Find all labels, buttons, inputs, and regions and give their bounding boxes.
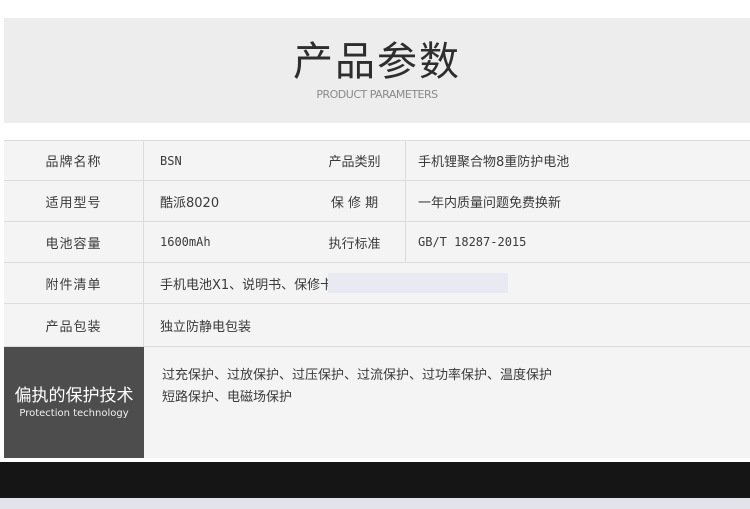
protection-line-2: 短路保护、电磁场保护 [162,390,293,405]
protection-label-block: 偏执的保护技术 Protection technology [4,347,144,458]
row-label: 适用型号 [4,181,144,221]
row-value: 1600mAh [160,235,211,249]
page-subtitle: PRODUCT PARAMETERS [316,88,438,101]
table-row-capacity: 电池容量 1600mAh 执行标准 GB/T 18287-2015 [4,221,750,262]
top-strip [0,0,750,18]
table-row-packaging: 产品包装 独立防静电包装 [4,303,750,346]
row-label: 品牌名称 [4,141,144,180]
row-value: 酷派8020 [160,195,220,211]
page-title: 产品参数 [293,39,461,85]
row-label: 电池容量 [4,222,144,262]
row-value-secondary: GB/T 18287-2015 [418,235,527,249]
row-label-secondary: 保 修 期 [304,181,406,221]
table-row-protection: 偏执的保护技术 Protection technology 过充保护、过放保护、… [4,346,750,458]
row-value-secondary: 一年内质量问题免费换新 [418,195,562,211]
footer-bar [0,462,750,498]
table-row-brand: 品牌名称 BSN 产品类别 手机锂聚合物8重防护电池 [4,140,750,180]
row-value: BSN [160,153,182,168]
table-row-model: 适用型号 酷派8020 保 修 期 一年内质量问题免费换新 [4,180,750,221]
row-label-secondary: 执行标准 [304,222,406,262]
bottom-strip [0,498,750,509]
row-value: 手机电池X1、说明书、保修卡； [160,277,347,293]
row-label: 附件清单 [4,263,144,303]
highlight-box [328,273,508,293]
parameters-table: 品牌名称 BSN 产品类别 手机锂聚合物8重防护电池 适用型号 酷派8020 保… [4,140,750,458]
protection-subtitle: Protection technology [19,407,129,419]
protection-title: 偏执的保护技术 [14,385,134,406]
protection-values: 过充保护、过放保护、过压保护、过流保护、过功率保护、温度保护 短路保护、电磁场保… [162,365,552,409]
protection-line-1: 过充保护、过放保护、过压保护、过流保护、过功率保护、温度保护 [162,368,553,383]
table-row-accessories: 附件清单 手机电池X1、说明书、保修卡； [4,262,750,303]
row-label: 产品包装 [4,304,144,346]
header-band: 产品参数 PRODUCT PARAMETERS [4,18,750,123]
row-value-secondary: 手机锂聚合物8重防护电池 [418,155,570,170]
row-label-secondary: 产品类别 [304,141,406,180]
row-value: 独立防静电包装 [160,319,252,335]
